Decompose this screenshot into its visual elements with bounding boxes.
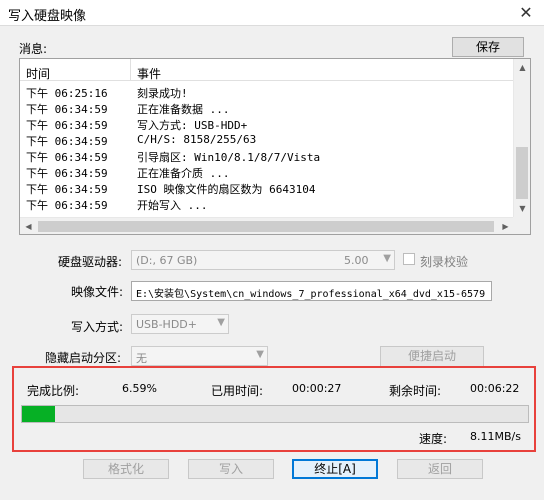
percent-value: 6.59%: [122, 382, 157, 395]
log-time: 下午 06:34:59: [26, 135, 108, 148]
return-button[interactable]: 返回: [397, 459, 483, 479]
log-header: 时间 事件: [20, 59, 514, 81]
scroll-left-icon[interactable]: ◀: [20, 218, 37, 234]
log-event: C/H/S: 8158/255/63: [137, 133, 257, 146]
speed-value: 8.11MB/s: [470, 430, 521, 443]
window-title: 写入硬盘映像: [8, 9, 87, 24]
write-method-value: USB-HDD+: [136, 318, 197, 331]
drive-value: (D:, 67 GB): [136, 254, 198, 267]
chevron-down-icon: ▼: [256, 349, 264, 360]
title-bar: 写入硬盘映像 ✕: [0, 0, 544, 26]
image-file-value: E:\安装包\System\cn_windows_7_professional_…: [136, 289, 486, 300]
write-method-label: 写入方式:: [71, 320, 124, 334]
drive-size: 5.00: [344, 254, 369, 267]
verify-label: 刻录校验: [420, 255, 469, 269]
scroll-up-icon[interactable]: ▲: [514, 59, 530, 76]
log-event: 写入方式: USB-HDD+: [137, 119, 248, 132]
log-row: 下午 06:34:59 写入方式: USB-HDD+: [20, 116, 514, 132]
speed-label: 速度:: [419, 432, 448, 446]
log-time: 下午 06:34:59: [26, 151, 108, 164]
log-event: 引导扇区: Win10/8.1/8/7/Vista: [137, 151, 321, 164]
image-file-label: 映像文件:: [71, 285, 124, 299]
scroll-right-icon[interactable]: ▶: [497, 218, 514, 234]
progress-bar: [21, 405, 529, 423]
log-time: 下午 06:34:59: [26, 167, 108, 180]
drive-label: 硬盘驱动器:: [58, 255, 123, 269]
log-row: 下午 06:34:59 正在准备介质 ...: [20, 164, 514, 180]
image-file-field[interactable]: E:\安装包\System\cn_windows_7_professional_…: [131, 281, 492, 301]
abort-button[interactable]: 终止[A]: [292, 459, 378, 479]
vertical-scroll-thumb[interactable]: [516, 147, 528, 199]
save-button[interactable]: 保存: [452, 37, 524, 57]
scroll-down-icon[interactable]: ▼: [514, 200, 530, 217]
scrollbar-corner: [513, 217, 530, 234]
drive-select[interactable]: (D:, 67 GB) 5.00 ▼: [131, 250, 395, 270]
close-icon[interactable]: ✕: [508, 0, 544, 26]
log-row: 下午 06:34:59 正在准备数据 ...: [20, 100, 514, 116]
format-button[interactable]: 格式化: [83, 459, 169, 479]
log-row: 下午 06:25:16 刻录成功!: [20, 84, 514, 100]
log-time: 下午 06:34:59: [26, 119, 108, 132]
elapsed-label: 已用时间:: [211, 384, 264, 398]
log-row: 下午 06:34:59 引导扇区: Win10/8.1/8/7/Vista: [20, 148, 514, 164]
log-time: 下午 06:34:59: [26, 199, 108, 212]
remaining-value: 00:06:22: [470, 382, 520, 395]
hidden-partition-value: 无: [136, 352, 147, 365]
quick-boot-button[interactable]: 便捷启动: [380, 346, 484, 367]
column-event: 事件: [137, 67, 162, 81]
log-time: 下午 06:25:16: [26, 87, 108, 100]
chevron-down-icon: ▼: [383, 253, 391, 264]
percent-label: 完成比例:: [27, 384, 80, 398]
horizontal-scrollbar[interactable]: ◀ ▶: [20, 217, 514, 234]
log-event: 开始写入 ...: [137, 199, 208, 212]
log-event: 正在准备介质 ...: [137, 167, 230, 180]
log-event: 刻录成功!: [137, 87, 188, 100]
write-method-select[interactable]: USB-HDD+ ▼: [131, 314, 229, 334]
verify-checkbox[interactable]: [403, 253, 415, 265]
messages-label: 消息:: [19, 42, 48, 56]
log-row: 下午 06:34:59 开始写入 ...: [20, 196, 514, 212]
hidden-partition-select[interactable]: 无 ▼: [131, 346, 268, 366]
elapsed-value: 00:00:27: [292, 382, 342, 395]
log-event: 正在准备数据 ...: [137, 103, 230, 116]
log-time: 下午 06:34:59: [26, 103, 108, 116]
vertical-scrollbar[interactable]: ▲ ▼: [513, 59, 530, 217]
log-row: 下午 06:34:59 C/H/S: 8158/255/63: [20, 132, 514, 148]
horizontal-scroll-thumb[interactable]: [38, 221, 494, 232]
log-event: ISO 映像文件的扇区数为 6643104: [137, 183, 316, 196]
log-row: 下午 06:34:59 ISO 映像文件的扇区数为 6643104: [20, 180, 514, 196]
hidden-partition-label: 隐藏启动分区:: [45, 351, 122, 365]
message-log[interactable]: 时间 事件 下午 06:25:16 刻录成功! 下午 06:34:59 正在准备…: [19, 58, 531, 235]
progress-fill: [22, 406, 55, 422]
column-separator: [130, 59, 131, 81]
chevron-down-icon: ▼: [217, 317, 225, 328]
log-time: 下午 06:34:59: [26, 183, 108, 196]
write-button[interactable]: 写入: [188, 459, 274, 479]
remaining-label: 剩余时间:: [389, 384, 442, 398]
column-time: 时间: [26, 67, 51, 81]
